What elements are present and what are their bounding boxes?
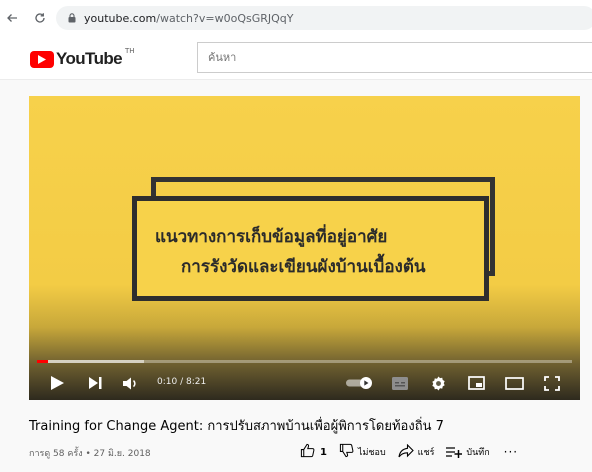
autoplay-toggle-icon[interactable] [345, 374, 375, 392]
address-bar[interactable]: youtube.com/watch?v=w0oQsGRJQqY [56, 6, 592, 30]
progress-bar[interactable] [37, 360, 572, 363]
slide-line-1: แนวทางการเก็บข้อมูลที่อยู่อาศัย [155, 227, 388, 247]
dislike-icon [339, 443, 354, 462]
current-time: 0:10 [157, 377, 178, 387]
more-actions-button[interactable]: ··· [504, 445, 518, 459]
like-icon [300, 443, 315, 462]
volume-icon[interactable] [122, 374, 140, 392]
youtube-logo-icon [30, 50, 54, 68]
duration: 8:21 [185, 377, 207, 387]
progress-played [37, 360, 48, 363]
browser-toolbar: youtube.com/watch?v=w0oQsGRJQqY [0, 0, 592, 36]
player-controls: 0:10 / 8:21 [29, 368, 580, 398]
youtube-header: YouTube TH [0, 36, 592, 80]
video-title: Training for Change Agent: การปรับสภาพบ้… [29, 419, 444, 434]
search-input[interactable] [208, 51, 592, 64]
share-icon [398, 443, 414, 462]
share-button[interactable]: แชร์ [398, 443, 435, 462]
region-code: TH [125, 47, 135, 55]
time-display: 0:10 / 8:21 [157, 377, 207, 387]
search-box[interactable] [197, 42, 592, 73]
logo-text: YouTube [56, 49, 123, 68]
reload-icon[interactable] [32, 10, 48, 26]
next-icon[interactable] [87, 374, 103, 392]
url-domain: youtube.com [84, 11, 157, 25]
url-path: /watch?v=w0oQsGRJQqY [156, 11, 294, 25]
save-label: บันทึก [466, 448, 490, 458]
like-button[interactable]: 1 [300, 443, 327, 462]
save-button[interactable]: บันทึก [446, 443, 490, 462]
dislike-label: ไม่ชอบ [357, 448, 386, 458]
slide-frame-front: แนวทางการเก็บข้อมูลที่อยู่อาศัย การรังวั… [132, 196, 489, 301]
youtube-logo[interactable]: YouTube TH [30, 47, 135, 69]
video-player[interactable]: แนวทางการเก็บข้อมูลที่อยู่อาศัย การรังวั… [29, 96, 580, 400]
settings-icon[interactable] [429, 374, 447, 392]
share-label: แชร์ [417, 448, 435, 458]
theater-icon[interactable] [504, 374, 524, 392]
save-icon [446, 443, 463, 462]
back-icon[interactable] [4, 10, 20, 26]
slide-line-2: การรังวัดและเขียนผังบ้านเบื้องต้น [181, 257, 426, 277]
dislike-button[interactable]: ไม่ชอบ [339, 443, 386, 462]
fullscreen-icon[interactable] [543, 374, 561, 392]
miniplayer-icon[interactable] [467, 374, 485, 392]
progress-buffered [37, 360, 144, 363]
video-actions: 1 ไม่ชอบ แชร์ บันทึก ··· [300, 441, 518, 463]
play-icon[interactable] [49, 374, 65, 392]
video-meta: การดู 58 ครั้ง • 27 มิ.ย. 2018 [29, 449, 151, 459]
subtitles-icon[interactable] [391, 374, 409, 392]
lock-icon [68, 13, 76, 23]
like-count: 1 [320, 446, 327, 458]
